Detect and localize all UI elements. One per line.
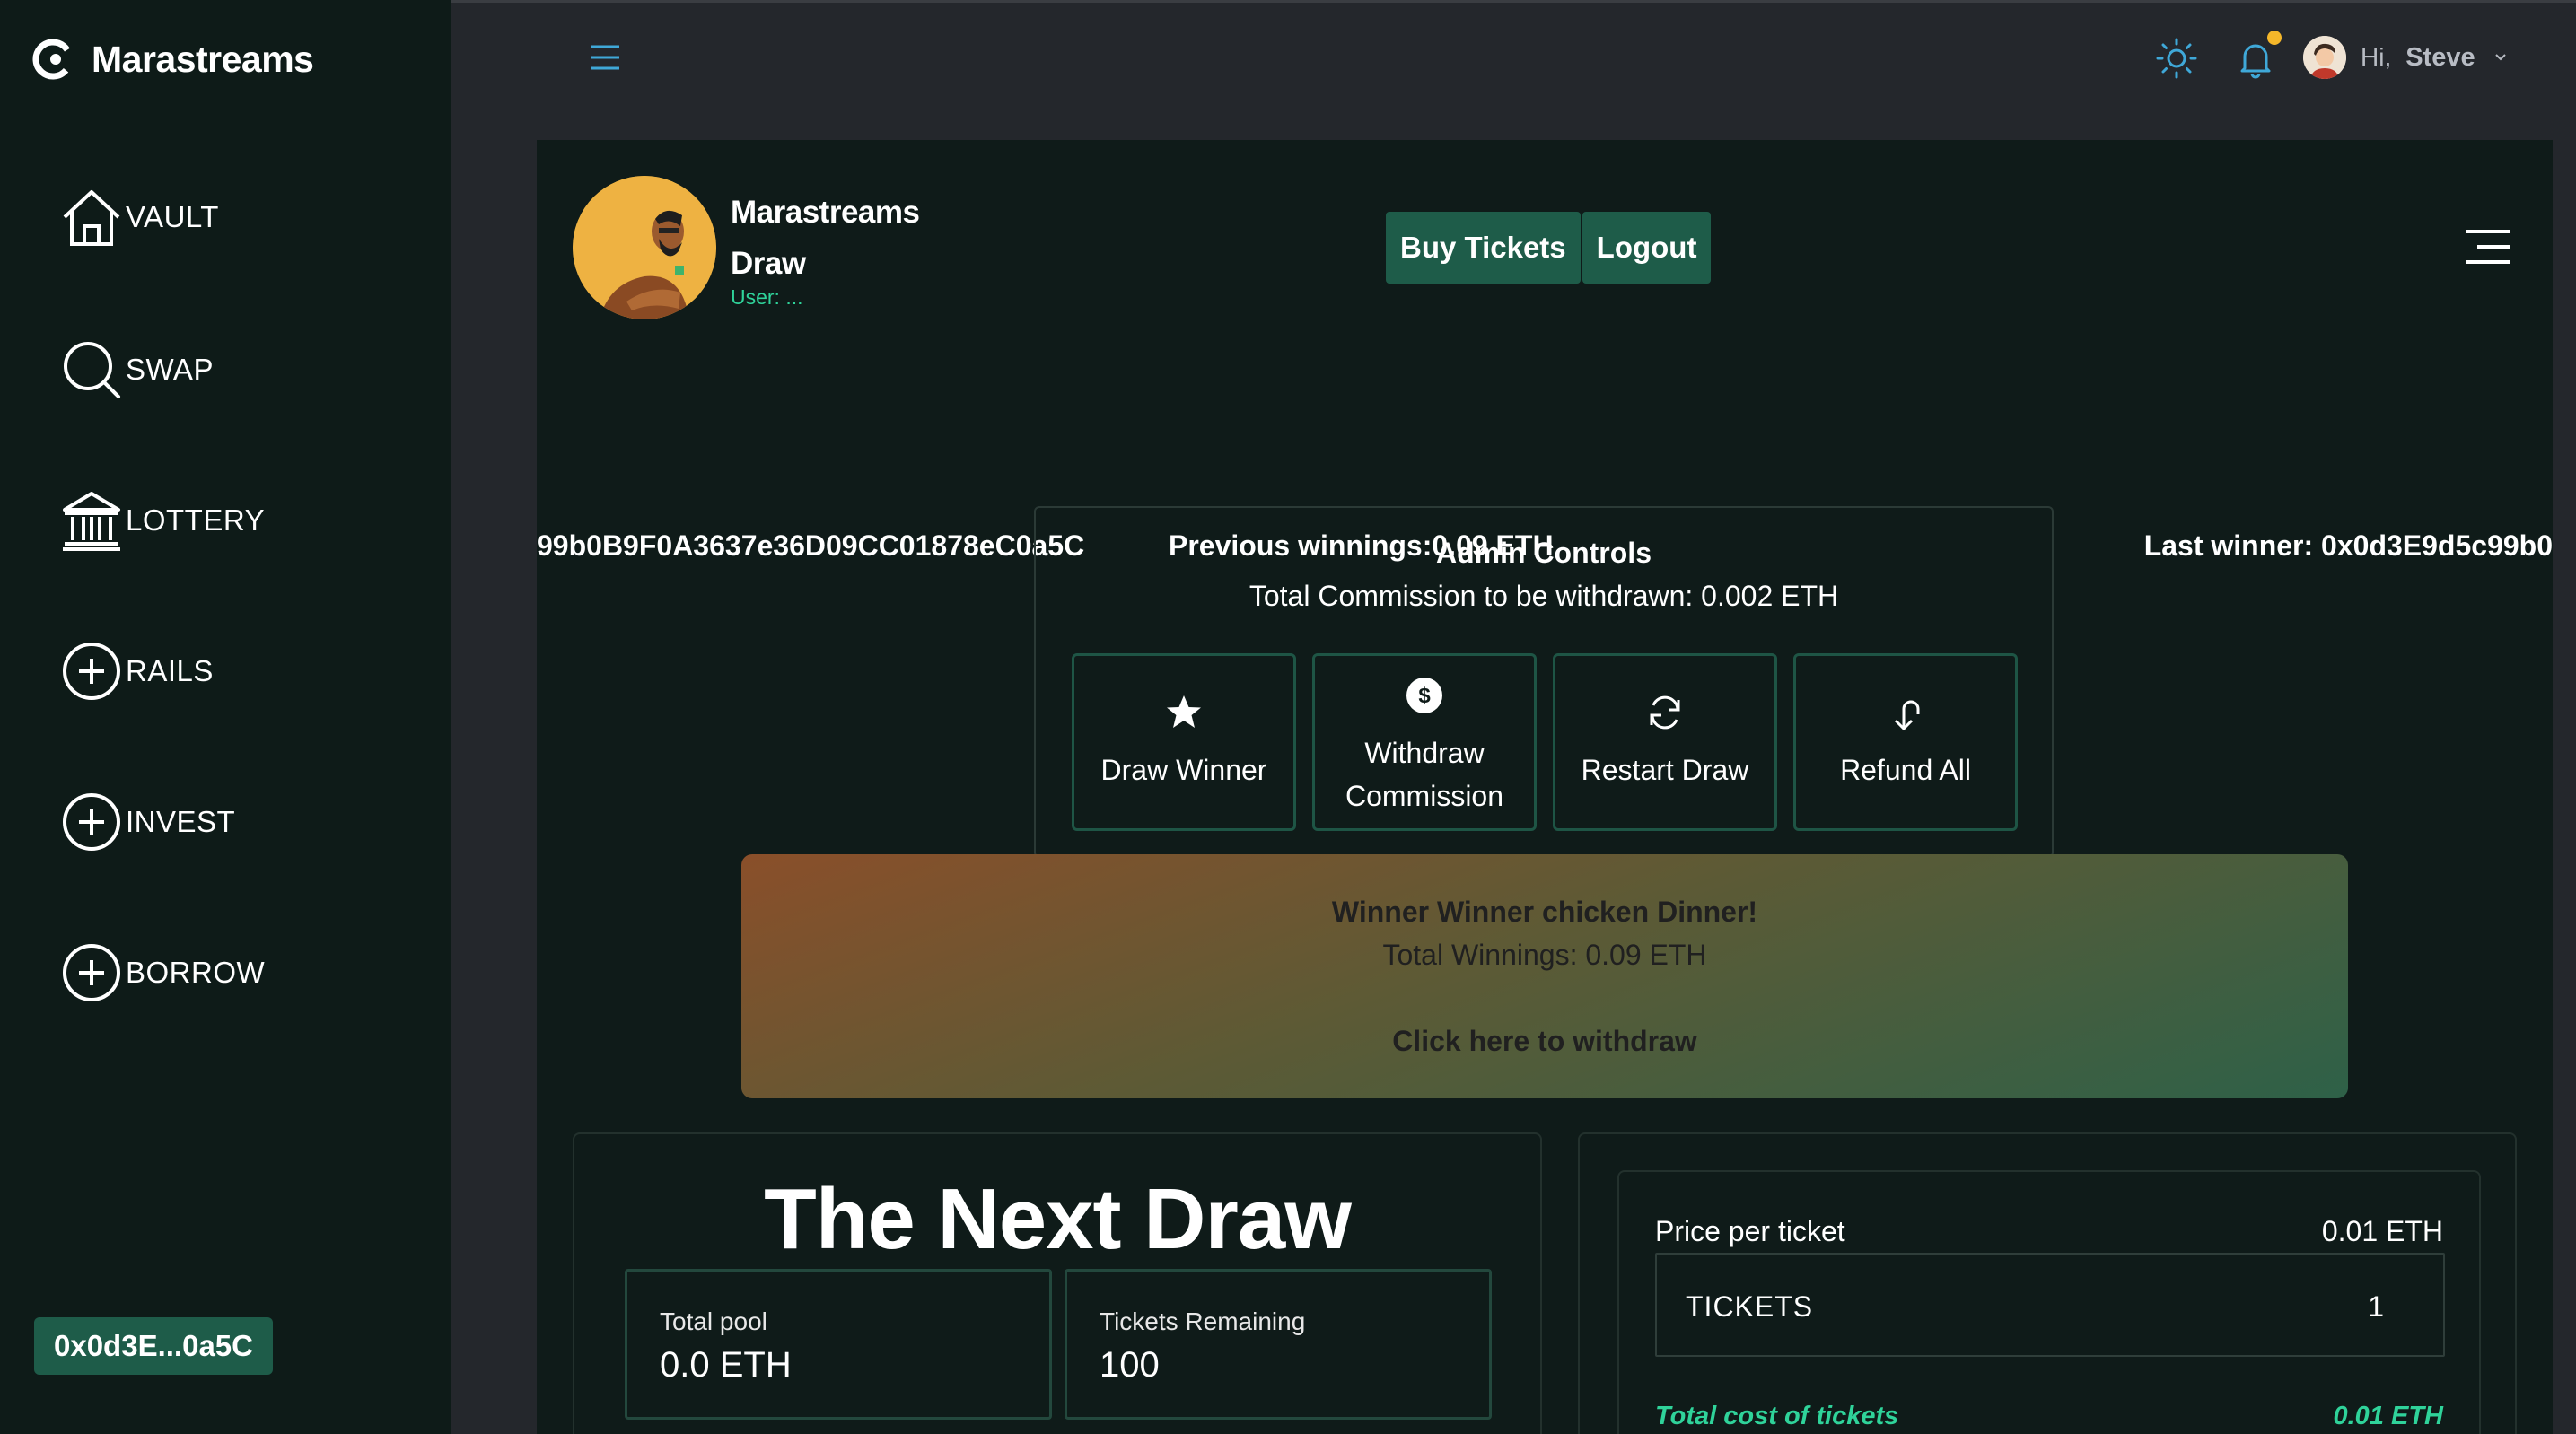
- withdraw-winnings-link[interactable]: Click here to withdraw: [741, 1025, 2348, 1058]
- sun-icon[interactable]: [2154, 36, 2199, 81]
- winner-banner: Winner Winner chicken Dinner! Total Winn…: [741, 854, 2348, 1098]
- sidebar-item-label: SWAP: [126, 353, 214, 386]
- chevron-down-icon: [2494, 54, 2506, 61]
- refresh-icon: [1650, 695, 1680, 730]
- sidebar: Marastreams VAULT SWAP LOTTERY RAILS INV…: [0, 0, 451, 1434]
- undo-arrow-icon: [1894, 700, 1920, 731]
- draw-winner-button[interactable]: Draw Winner: [1072, 653, 1296, 831]
- tickets-quantity-input[interactable]: 1: [2312, 1290, 2384, 1324]
- tickets-remaining-label: Tickets Remaining: [1100, 1307, 1306, 1335]
- total-pool-value: 0.0 ETH: [660, 1345, 792, 1385]
- restart-draw-label: Restart Draw: [1581, 754, 1749, 786]
- draw-profile: Marastreams Draw User: ...: [573, 176, 920, 319]
- avatar: [2303, 36, 2346, 79]
- sidebar-item-swap[interactable]: SWAP: [59, 337, 214, 402]
- plus-circle-icon: [63, 643, 120, 700]
- contract-address: 99b0B9F0A3637e36D09CC01878eC0a5C: [537, 529, 1085, 562]
- tickets-remaining-stat: Tickets Remaining 100: [1065, 1269, 1492, 1420]
- winner-title: Winner Winner chicken Dinner!: [1331, 896, 1758, 928]
- refund-all-button[interactable]: Refund All: [1793, 653, 2018, 831]
- user-menu[interactable]: Hi, Steve: [2303, 32, 2511, 83]
- buy-tickets-button[interactable]: Buy Tickets: [1386, 212, 1581, 284]
- ticket-purchase-card: Price per ticket 0.01 ETH TICKETS 1 Tota…: [1578, 1132, 2517, 1434]
- tickets-quantity-field[interactable]: TICKETS 1: [1655, 1253, 2445, 1357]
- restart-draw-button[interactable]: Restart Draw: [1553, 653, 1777, 831]
- price-label: Price per ticket: [1655, 1215, 1845, 1247]
- admin-controls: Admin Controls Total Commission to be wi…: [1034, 506, 2054, 858]
- sidebar-item-invest[interactable]: INVEST: [59, 790, 235, 854]
- tickets-field-label: TICKETS: [1686, 1290, 1814, 1323]
- total-pool-stat: Total pool 0.0 ETH: [625, 1269, 1052, 1420]
- refund-all-label: Refund All: [1840, 754, 1971, 786]
- sidebar-item-label: VAULT: [126, 200, 219, 233]
- greeting-text: Hi,: [2361, 43, 2392, 71]
- bank-icon: [63, 492, 120, 551]
- last-winner: Last winner: 0x0d3E9d5c99b0: [2143, 529, 2553, 562]
- withdraw-commission-button[interactable]: $ Withdraw Commission: [1312, 653, 1537, 831]
- wallet-address-button[interactable]: 0x0d3E...0a5C: [34, 1317, 273, 1375]
- next-draw-card: The Next Draw Total pool 0.0 ETH Tickets…: [573, 1132, 1542, 1434]
- plus-circle-icon: [63, 944, 120, 1001]
- sidebar-item-label: INVEST: [126, 805, 236, 838]
- winner-total: Total Winnings: 0.09 ETH: [1382, 939, 1707, 971]
- menu-toggle-icon[interactable]: [587, 39, 623, 75]
- sidebar-item-rails[interactable]: RAILS: [59, 639, 214, 704]
- sidebar-item-label: RAILS: [126, 654, 214, 687]
- tickets-remaining-value: 100: [1100, 1345, 1160, 1385]
- plus-circle-icon: [63, 793, 120, 851]
- profile-avatar: [573, 176, 716, 319]
- lottery-panel: Marastreams Draw User: ... Buy Tickets L…: [537, 140, 2553, 1434]
- sidebar-item-label: LOTTERY: [126, 503, 266, 537]
- profile-user: User: ...: [731, 284, 803, 309]
- sidebar-item-lottery[interactable]: LOTTERY: [59, 488, 265, 553]
- action-buttons: Buy Tickets Logout: [1386, 212, 1712, 284]
- total-cost-value: 0.01 ETH: [2333, 1402, 2444, 1430]
- price-value: 0.01 ETH: [2321, 1215, 2443, 1247]
- brand-title: Marastreams: [92, 38, 314, 80]
- brand[interactable]: Marastreams: [32, 34, 314, 84]
- admin-title: Admin Controls: [1436, 537, 1652, 569]
- profile-name-line1: Marastreams: [731, 194, 920, 230]
- withdraw-commission-label: Withdraw Commission: [1345, 737, 1504, 812]
- total-cost-label: Total cost of tickets: [1655, 1402, 1899, 1430]
- sidebar-item-label: BORROW: [126, 956, 266, 989]
- brand-logo-icon: [32, 39, 74, 80]
- star-icon: [1167, 695, 1201, 728]
- next-draw-title: The Next Draw: [764, 1171, 1352, 1267]
- menu-icon[interactable]: [2463, 226, 2513, 267]
- sidebar-item-borrow[interactable]: BORROW: [59, 940, 265, 1005]
- search-icon: [64, 342, 120, 398]
- dollar-circle-icon: $: [1406, 678, 1442, 713]
- home-icon: [63, 190, 120, 246]
- notification-badge: [2267, 31, 2282, 45]
- ticket-form: Price per ticket 0.01 ETH TICKETS 1 Tota…: [1617, 1170, 2481, 1434]
- sidebar-item-vault[interactable]: VAULT: [59, 185, 219, 249]
- profile-name-line2: Draw: [731, 245, 806, 281]
- user-name: Steve: [2405, 42, 2475, 72]
- logout-button[interactable]: Logout: [1582, 212, 1712, 284]
- draw-winner-label: Draw Winner: [1100, 754, 1267, 786]
- svg-text:$: $: [1418, 684, 1431, 708]
- total-pool-label: Total pool: [660, 1307, 767, 1335]
- admin-commission: Total Commission to be withdrawn: 0.002 …: [1249, 580, 1839, 612]
